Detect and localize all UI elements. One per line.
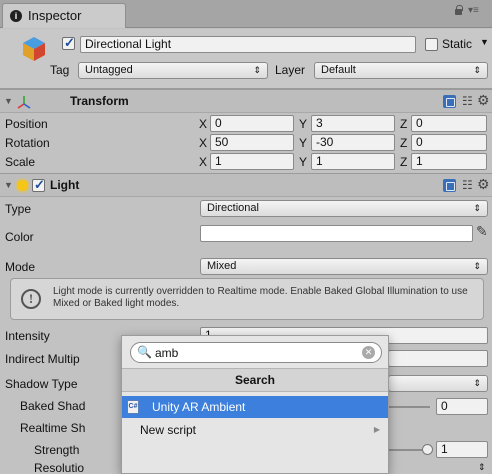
mode-dropdown[interactable]: Mixed ⇕	[200, 258, 488, 275]
rotation-x-field[interactable]: 50	[210, 134, 294, 151]
foldout-open-icon[interactable]: ▼	[4, 180, 13, 190]
rotation-label: Rotation	[5, 136, 50, 150]
search-icon: 🔍	[137, 345, 152, 359]
layer-label: Layer	[275, 63, 306, 77]
shadow-type-dropdown[interactable]: ⇕	[388, 375, 488, 392]
axis-y-label[interactable]: Y	[299, 117, 307, 131]
tab-menu-icon[interactable]: ▾≡	[468, 5, 479, 16]
chevron-updown-icon: ⇕	[473, 65, 481, 75]
chevron-updown-icon[interactable]: ⇕	[478, 462, 486, 473]
help-book-icon[interactable]	[443, 179, 456, 192]
strength-slider[interactable]	[388, 449, 426, 451]
tag-label: Tag	[50, 63, 70, 77]
transform-title: Transform	[70, 94, 129, 108]
info-icon: i	[10, 10, 22, 22]
position-z-field[interactable]: 0	[411, 115, 487, 132]
strength-field[interactable]: 1	[436, 441, 488, 458]
gear-icon[interactable]: ⚙	[477, 176, 490, 193]
cube-icon	[23, 37, 45, 61]
tab-inspector[interactable]: i Inspector	[2, 3, 126, 28]
tab-bar: i Inspector ▾≡	[0, 0, 492, 28]
add-component-popup: 🔍 amb ✕ Search C# Unity AR Ambient New s…	[121, 335, 389, 474]
position-y-field[interactable]: 3	[311, 115, 395, 132]
light-header[interactable]: ▼ Light ☷ ⚙	[0, 173, 492, 197]
scale-label: Scale	[5, 155, 36, 169]
clear-icon[interactable]: ✕	[362, 346, 375, 359]
strength-slider-thumb[interactable]	[422, 444, 433, 455]
name-field[interactable]: Directional Light	[80, 36, 416, 53]
search-input[interactable]: 🔍 amb ✕	[130, 342, 382, 363]
scale-y-field[interactable]: 1	[311, 153, 395, 170]
tag-value: Untagged	[85, 64, 133, 76]
chevron-updown-icon: ⇕	[473, 203, 481, 213]
transform-header[interactable]: ▼ Transform ☷ ⚙	[0, 89, 492, 113]
axis-z-label[interactable]: Z	[400, 136, 407, 150]
strength-label: Strength	[34, 443, 80, 457]
help-text: Light mode is currently overridden to Re…	[53, 286, 468, 309]
transform-icon	[17, 96, 31, 109]
layer-value: Default	[321, 64, 356, 76]
preset-icon[interactable]: ☷	[462, 178, 473, 192]
position-x-field[interactable]: 0	[210, 115, 294, 132]
static-label: Static	[442, 37, 473, 51]
light-icon	[17, 180, 28, 191]
layer-dropdown[interactable]: Default ⇕	[314, 62, 488, 79]
color-label: Color	[5, 230, 34, 244]
light-enabled-checkbox[interactable]	[32, 177, 45, 193]
preset-icon[interactable]: ☷	[462, 94, 473, 108]
axis-x-label[interactable]: X	[199, 117, 207, 131]
popup-item-unity-ar-ambient[interactable]: C# Unity AR Ambient	[122, 396, 388, 418]
foldout-open-icon[interactable]: ▼	[4, 96, 13, 106]
baked-shadow-field[interactable]: 0	[436, 398, 488, 415]
axis-x-label[interactable]: X	[199, 155, 207, 169]
active-checkbox[interactable]	[62, 35, 75, 51]
popup-item-label: New script	[140, 423, 197, 437]
lock-icon[interactable]	[455, 5, 463, 15]
intensity-label: Intensity	[5, 329, 50, 343]
popup-title: Search	[122, 368, 388, 392]
axis-y-label[interactable]: Y	[299, 136, 307, 150]
mode-label: Mode	[5, 260, 36, 274]
search-value: amb	[155, 346, 179, 360]
indirect-multiplier-label: Indirect Multip	[5, 352, 80, 366]
type-value: Directional	[207, 202, 259, 214]
rotation-z-field[interactable]: 0	[411, 134, 487, 151]
chevron-updown-icon: ⇕	[473, 261, 481, 271]
chevron-updown-icon: ⇕	[473, 378, 481, 388]
axis-y-label[interactable]: Y	[299, 155, 307, 169]
gameobject-header: Directional Light Static ▼ Tag Untagged …	[0, 29, 492, 89]
realtime-shadow-label: Realtime Sh	[20, 421, 86, 435]
shadow-type-label: Shadow Type	[5, 377, 78, 391]
type-label: Type	[5, 202, 32, 216]
help-box: ! Light mode is currently overridden to …	[10, 278, 484, 320]
tag-dropdown[interactable]: Untagged ⇕	[78, 62, 268, 79]
help-book-icon[interactable]	[443, 95, 456, 108]
axis-x-label[interactable]: X	[199, 136, 207, 150]
static-checkbox[interactable]	[425, 38, 438, 51]
info-icon: !	[21, 289, 41, 309]
resolution-label: Resolutio	[34, 461, 85, 474]
cs-script-icon: C#	[127, 400, 139, 414]
color-swatch[interactable]	[200, 225, 473, 242]
popup-item-new-script[interactable]: New script ▶	[122, 419, 388, 441]
mode-value: Mixed	[207, 260, 237, 272]
position-label: Position	[5, 117, 48, 131]
axis-z-label[interactable]: Z	[400, 117, 407, 131]
light-title: Light	[50, 178, 80, 192]
popup-item-label: Unity AR Ambient	[152, 400, 246, 414]
rotation-y-field[interactable]: -30	[311, 134, 395, 151]
submenu-arrow-icon: ▶	[373, 425, 380, 434]
scale-z-field[interactable]: 1	[411, 153, 487, 170]
baked-shadow-label: Baked Shad	[20, 399, 86, 413]
tab-label: Inspector	[28, 8, 82, 23]
axis-z-label[interactable]: Z	[400, 155, 407, 169]
scale-x-field[interactable]: 1	[210, 153, 294, 170]
indirect-multiplier-field[interactable]	[388, 350, 488, 367]
type-dropdown[interactable]: Directional ⇕	[200, 200, 488, 217]
gear-icon[interactable]: ⚙	[477, 92, 490, 109]
static-dropdown-icon[interactable]: ▼	[480, 37, 489, 47]
baked-shadow-slider[interactable]	[388, 406, 430, 408]
eyedropper-icon[interactable]: ✎	[476, 223, 488, 240]
chevron-updown-icon: ⇕	[253, 65, 261, 75]
